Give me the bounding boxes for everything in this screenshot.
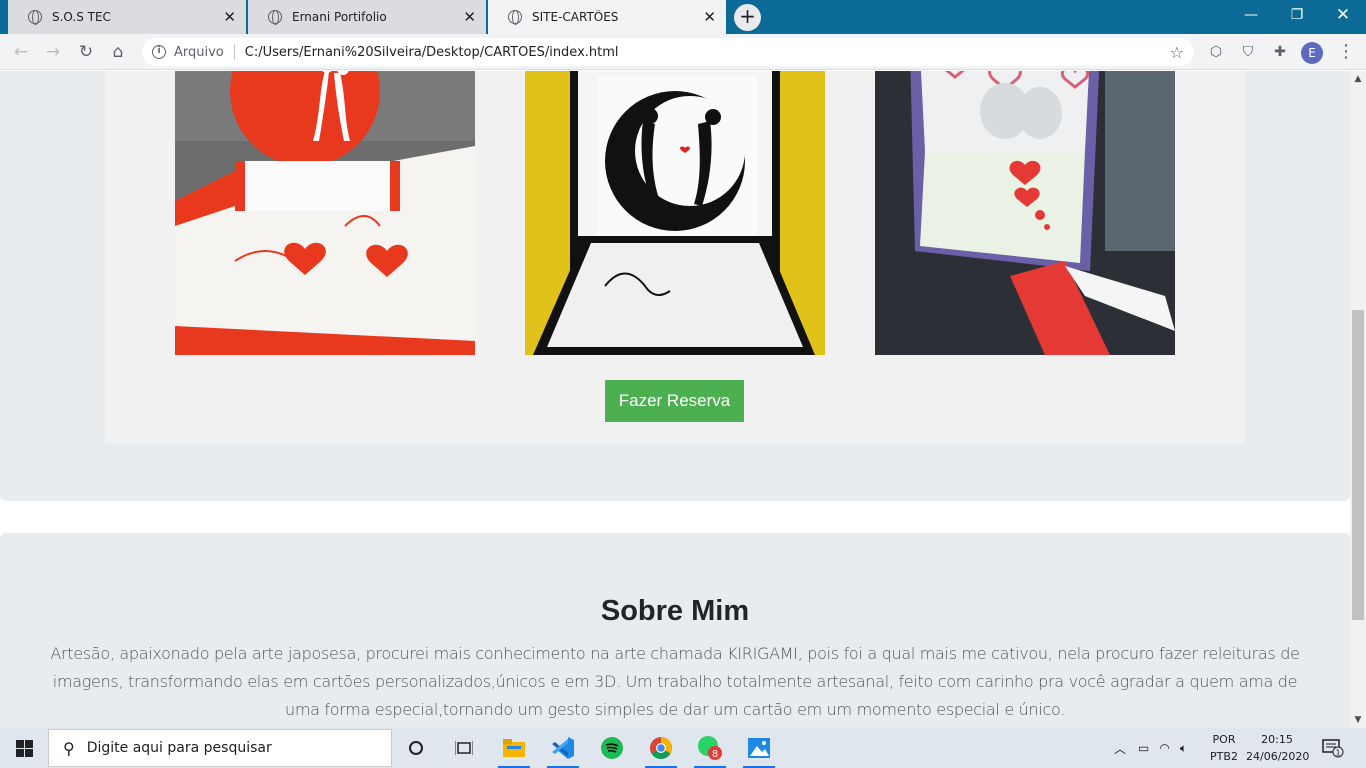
globe-icon — [268, 10, 282, 25]
clock-date: 24/06/2020 — [1246, 750, 1310, 763]
wifi-icon[interactable]: ◠ — [1159, 741, 1169, 755]
address-bar[interactable]: i Arquivo C:/Users/Ernani%20Silveira/Des… — [142, 38, 1194, 66]
battery-icon[interactable]: ▭ — [1138, 741, 1149, 755]
puzzle-icon[interactable]: ✚ — [1272, 44, 1288, 60]
task-view-icon[interactable] — [444, 732, 484, 764]
chrome-icon[interactable] — [641, 732, 681, 768]
restore-button[interactable]: ❐ — [1274, 0, 1320, 30]
clock-time: 20:15 — [1261, 733, 1293, 746]
menu-dots-icon[interactable]: ⋮ — [1337, 41, 1355, 62]
address-divider — [233, 44, 235, 60]
about-title: Sobre Mim — [600, 595, 750, 627]
cortana-icon[interactable] — [396, 732, 436, 764]
page-viewport: Fazer Reserva Sobre Mim Artesão, apaixon… — [0, 71, 1350, 728]
close-icon[interactable]: ✕ — [223, 8, 236, 26]
forward-button[interactable]: → — [41, 40, 65, 64]
globe-icon — [28, 10, 42, 25]
new-tab-button[interactable]: + — [734, 4, 761, 31]
address-url[interactable]: C:/Users/Ernani%20Silveira/Desktop/CARTO… — [245, 45, 1170, 60]
info-icon[interactable]: i — [152, 45, 166, 59]
gallery-section: Fazer Reserva — [0, 71, 1350, 501]
tab-label: Ernani Portifolio — [292, 10, 387, 24]
globe-icon — [508, 10, 522, 25]
address-scheme-label: Arquivo — [174, 44, 224, 60]
tab-label: S.O.S TEC — [52, 10, 111, 24]
whatsapp-badge-count: 8 — [712, 749, 718, 760]
shield-icon[interactable]: ⛉ — [1240, 44, 1256, 60]
profile-avatar[interactable]: E — [1301, 42, 1323, 64]
vscode-icon[interactable] — [543, 732, 583, 768]
tab-ernani-portfolio[interactable]: Ernani Portifolio ✕ — [248, 0, 486, 34]
card-photo-moon-couple — [525, 71, 825, 355]
minimize-button[interactable]: — — [1228, 0, 1274, 30]
close-icon[interactable]: ✕ — [703, 8, 716, 26]
page-scrollbar[interactable]: ▲ ▼ — [1350, 71, 1366, 728]
spotify-icon[interactable] — [592, 732, 632, 764]
keyboard-layout: PTB2 — [1210, 750, 1238, 763]
card-photo-purple-hearts — [875, 71, 1175, 355]
search-icon: ⚲ — [63, 738, 75, 758]
windows-logo-icon — [15, 739, 33, 757]
back-button[interactable]: ← — [9, 40, 33, 64]
card-photo-red-heart — [175, 71, 475, 355]
about-section: Sobre Mim Artesão, apaixonado pela arte … — [0, 533, 1350, 728]
scroll-down-arrow-icon[interactable]: ▼ — [1350, 712, 1366, 728]
language-code: POR — [1212, 733, 1236, 746]
clock[interactable]: 20:15 24/06/2020 — [1246, 731, 1310, 765]
scroll-thumb[interactable] — [1352, 310, 1364, 620]
reload-button[interactable]: ↻ — [74, 40, 98, 64]
close-icon[interactable]: ✕ — [463, 8, 476, 26]
close-window-button[interactable]: ✕ — [1320, 0, 1366, 30]
reserve-button[interactable]: Fazer Reserva — [605, 380, 744, 422]
tab-sos-tec[interactable]: S.O.S TEC ✕ — [8, 0, 246, 34]
language-indicator[interactable]: POR PTB2 — [1208, 731, 1240, 765]
tab-site-cartoes[interactable]: SITE-CARTÕES ✕ — [488, 0, 726, 34]
scroll-up-arrow-icon[interactable]: ▲ — [1350, 71, 1366, 87]
photos-icon[interactable] — [739, 732, 779, 768]
chevron-up-icon[interactable]: ︿ — [1114, 740, 1126, 757]
browser-toolbar: ← → ↻ ⌂ i Arquivo C:/Users/Ernani%20Silv… — [0, 34, 1366, 70]
gallery-card: Fazer Reserva — [105, 71, 1245, 443]
file-explorer-icon[interactable] — [494, 732, 534, 768]
taskbar-search-input[interactable]: ⚲ Digite aqui para pesquisar — [48, 729, 392, 767]
system-tray: ︿ ▭ ◠ 🔈︎ — [1114, 728, 1187, 768]
notification-count: 1 — [1335, 749, 1340, 758]
home-button[interactable]: ⌂ — [106, 40, 130, 64]
extension-icon[interactable]: ⬡ — [1208, 44, 1224, 60]
tab-label: SITE-CARTÕES — [532, 10, 619, 24]
volume-icon[interactable]: 🔈︎ — [1180, 741, 1187, 756]
notification-center-icon[interactable]: 1 — [1322, 738, 1344, 758]
about-text: Artesão, apaixonado pela arte japosesa, … — [50, 644, 1300, 719]
bookmark-star-icon[interactable]: ☆ — [1170, 43, 1184, 62]
windows-taskbar: ⚲ Digite aqui para pesquisar 8 ︿ ▭ ◠ 🔈︎ … — [0, 728, 1366, 768]
start-button[interactable] — [0, 728, 48, 768]
search-placeholder: Digite aqui para pesquisar — [86, 740, 272, 756]
whatsapp-icon[interactable]: 8 — [690, 732, 730, 768]
tab-strip: S.O.S TEC ✕ Ernani Portifolio ✕ SITE-CAR… — [0, 0, 1366, 34]
